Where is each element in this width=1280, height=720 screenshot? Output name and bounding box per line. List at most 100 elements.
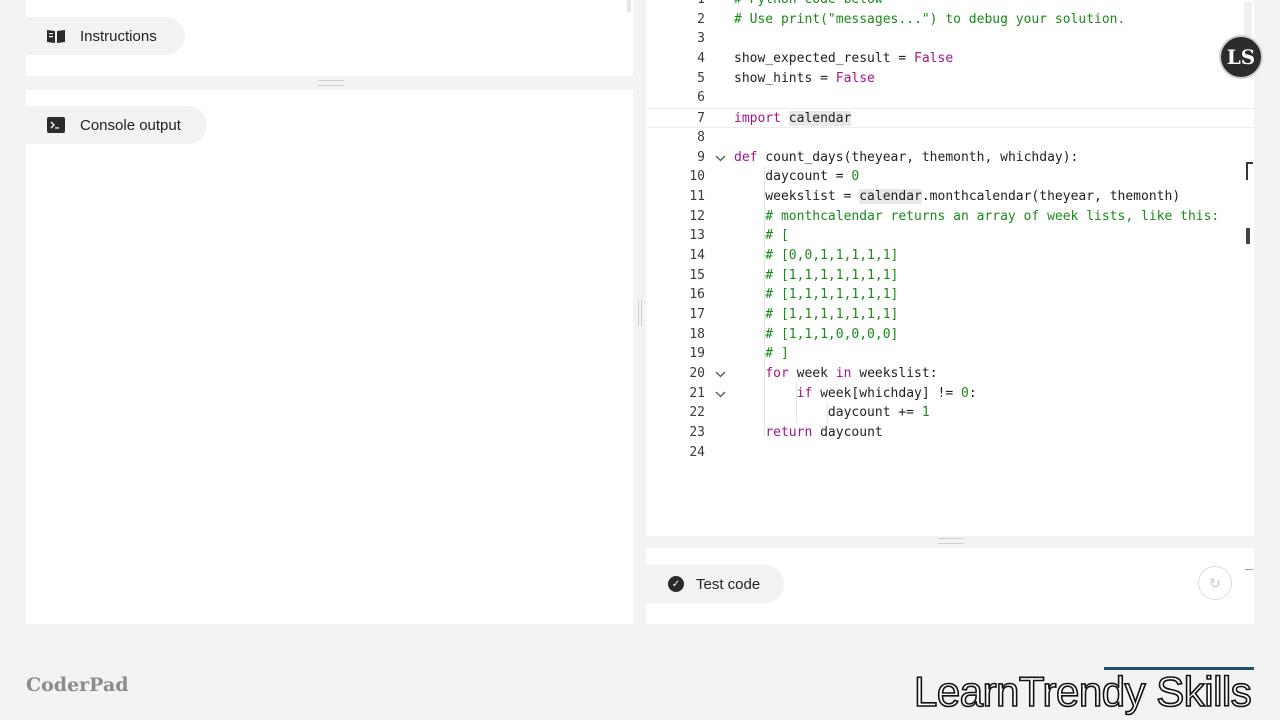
code-token: for [765, 366, 789, 382]
editor-scrollbar-thumb[interactable] [1246, 228, 1250, 244]
line-number: 23 [689, 425, 705, 441]
line-number: 20 [689, 366, 705, 382]
code-line[interactable]: 16 # [1,1,1,1,1,1,1] [646, 285, 1254, 305]
code-text: # [0,0,1,1,1,1,1] [734, 246, 898, 266]
code-text: if week[whichday] != 0: [734, 384, 977, 404]
code-text: import calendar [734, 109, 852, 129]
code-token: 0 [961, 385, 969, 401]
check-circle-icon: ✓ [668, 576, 684, 592]
code-line[interactable]: 15 # [1,1,1,1,1,1,1] [646, 266, 1254, 286]
line-number: 11 [689, 188, 705, 204]
code-token: # Python code below [734, 0, 883, 7]
code-line[interactable]: 14 # [0,0,1,1,1,1,1] [646, 246, 1254, 266]
code-text: # [1,1,1,1,1,1,1] [734, 305, 898, 325]
code-text: # [1,1,1,0,0,0,0] [734, 325, 898, 345]
code-line[interactable]: 13 # [ [646, 226, 1254, 246]
code-lines[interactable]: 1 # Python code below 2 # Use print("messag… [646, 0, 1254, 463]
right-horizontal-splitter[interactable] [938, 538, 964, 544]
code-line[interactable]: 24 [646, 443, 1254, 463]
reload-icon: ↻ [1209, 574, 1221, 591]
code-line[interactable]: 8 [646, 128, 1254, 148]
code-token: # [0,0,1,1,1,1,1] [734, 247, 899, 263]
console-output-tab[interactable]: Console output [26, 106, 207, 144]
code-token: calendar [859, 188, 922, 204]
instructions-scrollbar[interactable] [627, 0, 631, 12]
terminal-icon [46, 116, 66, 134]
code-token: def [734, 149, 758, 165]
code-editor[interactable]: 1 # Python code below 2 # Use print("messag… [646, 0, 1254, 536]
code-line[interactable]: 2 # Use print("messages...") to debug you… [646, 10, 1254, 30]
code-line[interactable]: 20 for week in weekslist: [646, 364, 1254, 384]
code-line[interactable]: 5 show_hints = False [646, 69, 1254, 89]
left-horizontal-splitter[interactable] [318, 80, 344, 86]
vertical-splitter[interactable] [638, 300, 642, 326]
code-token: 1 [921, 405, 930, 421]
line-number: 19 [689, 346, 705, 362]
code-line[interactable]: 1 # Python code below [646, 0, 1254, 10]
code-text: show_expected_result = False [734, 49, 953, 69]
book-icon [46, 27, 66, 45]
line-number: 1 [646, 0, 705, 10]
code-line[interactable]: 3 [646, 29, 1254, 49]
code-line[interactable]: 12 # monthcalendar returns an array of w… [646, 207, 1254, 227]
line-number: 18 [689, 326, 705, 342]
code-text: # Use print("messages...") to debug your… [734, 10, 1125, 30]
indent-guide [827, 403, 828, 423]
code-text: def count_days(theyear, themonth, whichd… [734, 148, 1078, 168]
code-line[interactable]: 7 import calendar [646, 108, 1254, 128]
code-token: False [835, 70, 875, 86]
code-line[interactable]: 4 show_expected_result = False [646, 49, 1254, 69]
line-number: 17 [689, 307, 705, 322]
code-line[interactable]: 18 # [1,1,1,0,0,0,0] [646, 325, 1254, 345]
avatar-initials: LS [1226, 45, 1256, 69]
code-text: # Python code below [734, 0, 883, 10]
code-text: # ] [734, 344, 789, 364]
line-number: 22 [689, 405, 705, 421]
line-number: 2 [697, 11, 705, 27]
code-token: show_expected_result = [734, 51, 915, 67]
code-line[interactable]: 10 daycount = 0 [646, 167, 1254, 187]
code-token: # [1,1,1,1,1,1,1] [734, 287, 899, 303]
avatar[interactable]: LS [1219, 35, 1263, 79]
panel-minimize-handle[interactable] [1245, 569, 1253, 570]
test-code-button[interactable]: ✓ Test code [646, 565, 784, 603]
code-line[interactable]: 23 return daycount [646, 423, 1254, 443]
code-token: # Use print("messages...") to debug your… [734, 11, 1126, 27]
indent-guide [796, 383, 797, 423]
code-token: 0 [851, 169, 860, 185]
code-line[interactable]: 9 def count_days(theyear, themonth, which… [646, 148, 1254, 168]
indent-guide [764, 166, 765, 436]
line-number: 6 [697, 90, 705, 106]
line-number: 5 [697, 70, 705, 86]
code-token: if [796, 385, 813, 401]
code-token: return [765, 425, 813, 441]
code-line[interactable]: 17 # [1,1,1,1,1,1,1] [646, 305, 1254, 325]
code-text: # [ [734, 226, 789, 246]
code-token: weekslist = [734, 188, 860, 204]
code-line[interactable]: 19 # ] [646, 344, 1254, 364]
code-text: show_hints = False [734, 69, 875, 89]
code-line[interactable]: 6 [646, 88, 1254, 108]
code-token: week [788, 366, 836, 382]
line-number: 15 [689, 267, 705, 283]
code-text: daycount = 0 [734, 167, 859, 187]
line-number: 14 [689, 247, 705, 263]
code-token: # [1,1,1,1,1,1,1] [734, 307, 899, 322]
reload-button[interactable]: ↻ [1198, 566, 1232, 600]
code-token: in [835, 366, 852, 382]
code-line[interactable]: 22 daycount += 1 [646, 403, 1254, 423]
code-token: show_hints = [734, 70, 836, 86]
code-token: # [ [734, 228, 789, 244]
instructions-tab[interactable]: Instructions [26, 17, 185, 55]
code-token: False [914, 51, 954, 67]
code-line[interactable]: 21 if week[whichday] != 0: [646, 384, 1254, 404]
code-text: # monthcalendar returns an array of week… [734, 207, 1219, 227]
line-number: 10 [689, 169, 705, 185]
code-line[interactable]: 11 weekslist = calendar.monthcalendar(th… [646, 187, 1254, 207]
code-text: # [1,1,1,1,1,1,1] [734, 285, 898, 305]
line-number: 3 [697, 31, 705, 47]
code-text: # [1,1,1,1,1,1,1] [734, 266, 898, 286]
code-token: daycount = [734, 169, 852, 185]
